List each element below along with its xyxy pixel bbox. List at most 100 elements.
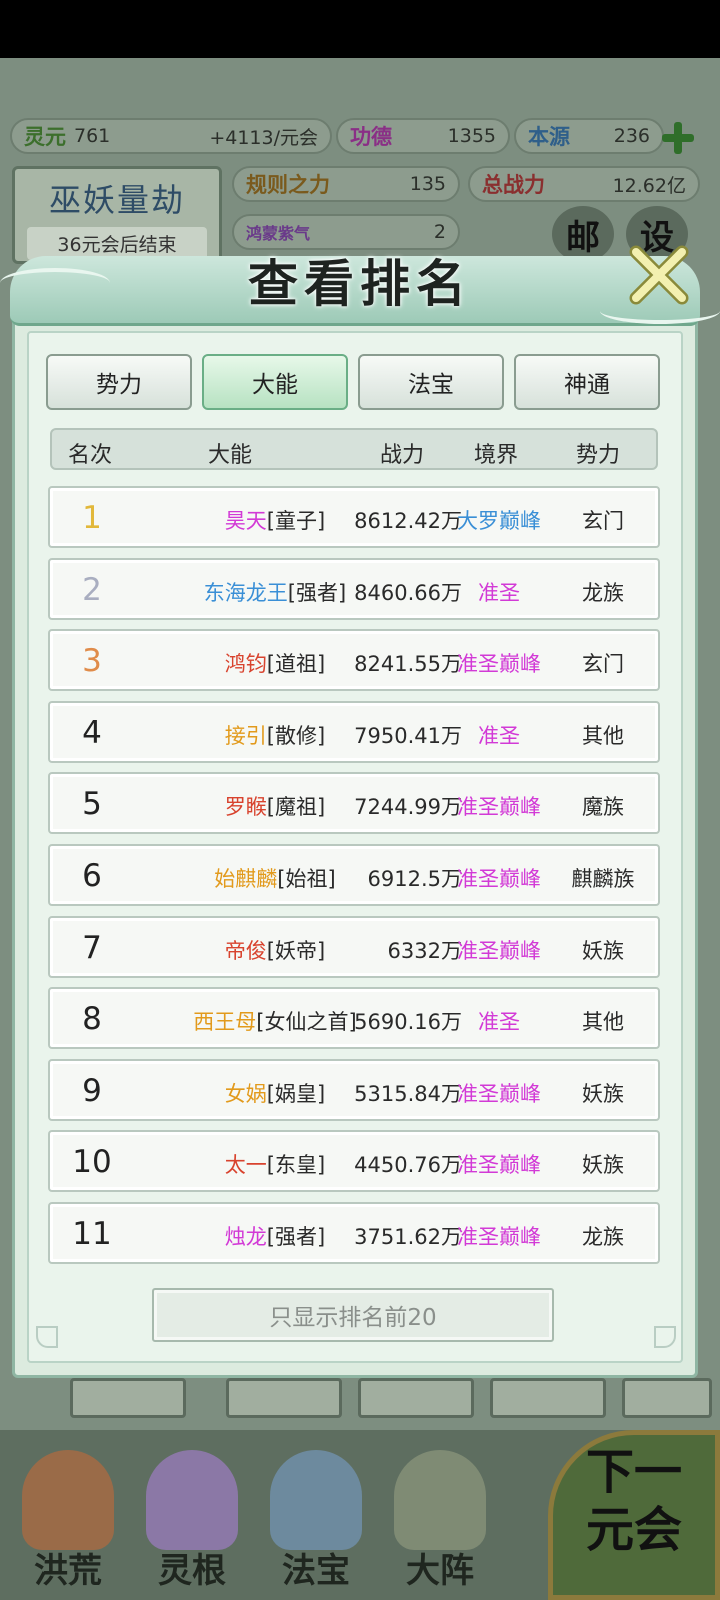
player-name: 东海龙王 [203, 580, 288, 605]
power-value: 8612.42万 [354, 509, 462, 533]
rank-number: 6 [82, 858, 102, 894]
rank-number: 1 [82, 500, 102, 536]
player-title: [童子] [266, 509, 326, 533]
ranking-list[interactable]: 1 昊天[童子] 8612.42万 大罗巅峰 玄门 2 东海龙王[强者] 8460.66万 准圣… [48, 486, 660, 1272]
benyuan-label: 本源 [528, 124, 570, 149]
player-title: [道祖] [266, 652, 326, 677]
power-value: 6912.5万 [367, 867, 462, 891]
player-name: 始麒麟 [214, 867, 278, 891]
rank-number: 9 [82, 1072, 102, 1109]
table-row[interactable]: 7 帝俊[妖帝] 6332万 准圣巅峰 妖族 [48, 915, 660, 978]
realm-value: 准圣巅峰 [457, 867, 541, 891]
nav-label: 大阵 [406, 1551, 474, 1591]
gongde-value: 1355 [447, 125, 496, 147]
show-top20-button[interactable]: 只显示排名前20 [152, 1288, 554, 1342]
player-title: [散修] [266, 723, 326, 748]
power-value: 8241.55万 [354, 652, 462, 677]
benyuan-stat: 本源 236 [514, 118, 664, 154]
gongde-stat: 功德 1355 [336, 118, 510, 154]
tab-shentong[interactable]: 神通 [514, 354, 660, 410]
nav-label: 灵根 [158, 1551, 226, 1591]
nav-linggen[interactable]: 灵根 [132, 1450, 252, 1600]
slot [226, 1378, 342, 1418]
col-faction: 势力 [576, 443, 621, 468]
col-name: 大能 [208, 443, 253, 468]
power-value: 7244.99万 [354, 795, 462, 820]
dialog-header: 查看排名 [0, 248, 720, 340]
next-yuanhui-button[interactable]: 下一 元会 [548, 1430, 720, 1600]
add-benyuan-icon[interactable] [660, 120, 696, 156]
player-title: [始祖] [277, 867, 336, 891]
table-row[interactable]: 5 罗睺[魔祖] 7244.99万 准圣巅峰 魔族 [48, 772, 660, 835]
player-name: 昊天 [224, 509, 267, 533]
mountain-icon [22, 1450, 114, 1550]
realm-value: 准圣巅峰 [457, 938, 541, 963]
faction-value: 魔族 [582, 795, 624, 820]
slot [622, 1378, 712, 1418]
power-value: 4450.76万 [354, 1153, 462, 1178]
rank-number: 8 [82, 1001, 102, 1038]
power-value: 5690.16万 [354, 1010, 462, 1035]
table-row[interactable]: 8 西王母[女仙之首] 5690.16万 准圣 其他 [48, 987, 660, 1050]
player-title: [强者] [287, 580, 347, 605]
table-row[interactable]: 4 接引[散修] 7950.41万 准圣 其他 [48, 700, 660, 763]
rank-number: 11 [72, 1216, 112, 1252]
table-row[interactable]: 1 昊天[童子] 8612.42万 大罗巅峰 玄门 [48, 486, 660, 548]
player-name: 太一 [224, 1153, 267, 1178]
next-label-2: 元会 [585, 1502, 682, 1558]
table-row[interactable]: 3 鸿钧[道祖] 8241.55万 准圣巅峰 玄门 [48, 629, 660, 692]
col-power: 战力 [380, 443, 425, 468]
rank-number: 7 [82, 929, 102, 966]
table-row[interactable]: 10 太一[东皇] 4450.76万 准圣巅峰 妖族 [48, 1130, 660, 1193]
realm-value: 准圣巅峰 [457, 795, 541, 820]
hongmeng-label: 鸿蒙紫气 [246, 224, 311, 243]
tab-fabao[interactable]: 法宝 [358, 354, 504, 410]
lotus-icon [146, 1450, 238, 1550]
rank-number: 5 [82, 786, 102, 823]
nav-dazhen[interactable]: 大阵 [380, 1450, 500, 1600]
realm-value: 大罗巅峰 [457, 509, 541, 533]
player-title: [强者] [266, 1225, 326, 1249]
faction-value: 玄门 [582, 652, 624, 677]
close-button[interactable] [628, 244, 690, 306]
table-row[interactable]: 6 始麒麟[始祖] 6912.5万 准圣巅峰 麒麟族 [48, 844, 660, 906]
guize-stat: 规则之力 135 [232, 166, 460, 202]
table-row[interactable]: 9 女娲[娲皇] 5315.84万 准圣巅峰 妖族 [48, 1058, 660, 1121]
next-label-1: 下一 [585, 1444, 682, 1500]
power-value: 8460.66万 [354, 580, 462, 605]
player-title: [东皇] [266, 1153, 326, 1178]
realm-value: 准圣巅峰 [457, 1153, 541, 1178]
realm-value: 准圣 [478, 723, 520, 748]
table-row[interactable]: 2 东海龙王[强者] 8460.66万 准圣 龙族 [48, 557, 660, 620]
player-name: 烛龙 [224, 1225, 267, 1249]
player-name: 帝俊 [224, 938, 267, 963]
slot [490, 1378, 606, 1418]
nav-label: 洪荒 [34, 1551, 102, 1591]
slot [358, 1378, 474, 1418]
rank-number: 3 [82, 643, 102, 680]
gongde-label: 功德 [350, 124, 392, 149]
col-rank: 名次 [68, 443, 113, 468]
faction-value: 妖族 [582, 938, 624, 963]
table-row[interactable]: 11 烛龙[强者] 3751.62万 准圣巅峰 龙族 [48, 1202, 660, 1264]
lingyuan-label: 灵元 [24, 124, 66, 149]
realm-value: 准圣巅峰 [457, 1081, 541, 1106]
zongzhanli-label: 总战力 [482, 172, 545, 197]
tab-shili[interactable]: 势力 [46, 354, 192, 410]
benyuan-value: 236 [613, 125, 650, 147]
corner-ornament [36, 1326, 58, 1348]
tab-daneng[interactable]: 大能 [202, 354, 348, 410]
nav-honghuang[interactable]: 洪荒 [8, 1450, 128, 1600]
slot [70, 1378, 186, 1418]
zongzhanli-stat: 总战力 12.62亿 [468, 166, 700, 202]
faction-value: 妖族 [582, 1081, 624, 1106]
table-header: 名次 大能 战力 境界 势力 [50, 428, 658, 470]
faction-value: 龙族 [582, 1225, 624, 1249]
player-title: [魔祖] [266, 795, 326, 820]
zongzhanli-value: 12.62亿 [612, 174, 686, 197]
ranking-tabs: 势力 大能 法宝 神通 [46, 354, 660, 410]
dialog-title: 查看排名 [248, 254, 472, 313]
player-title: [娲皇] [266, 1081, 326, 1106]
nav-fabao[interactable]: 法宝 [256, 1450, 376, 1600]
lingyuan-rate: +4113/元会 [209, 126, 318, 149]
